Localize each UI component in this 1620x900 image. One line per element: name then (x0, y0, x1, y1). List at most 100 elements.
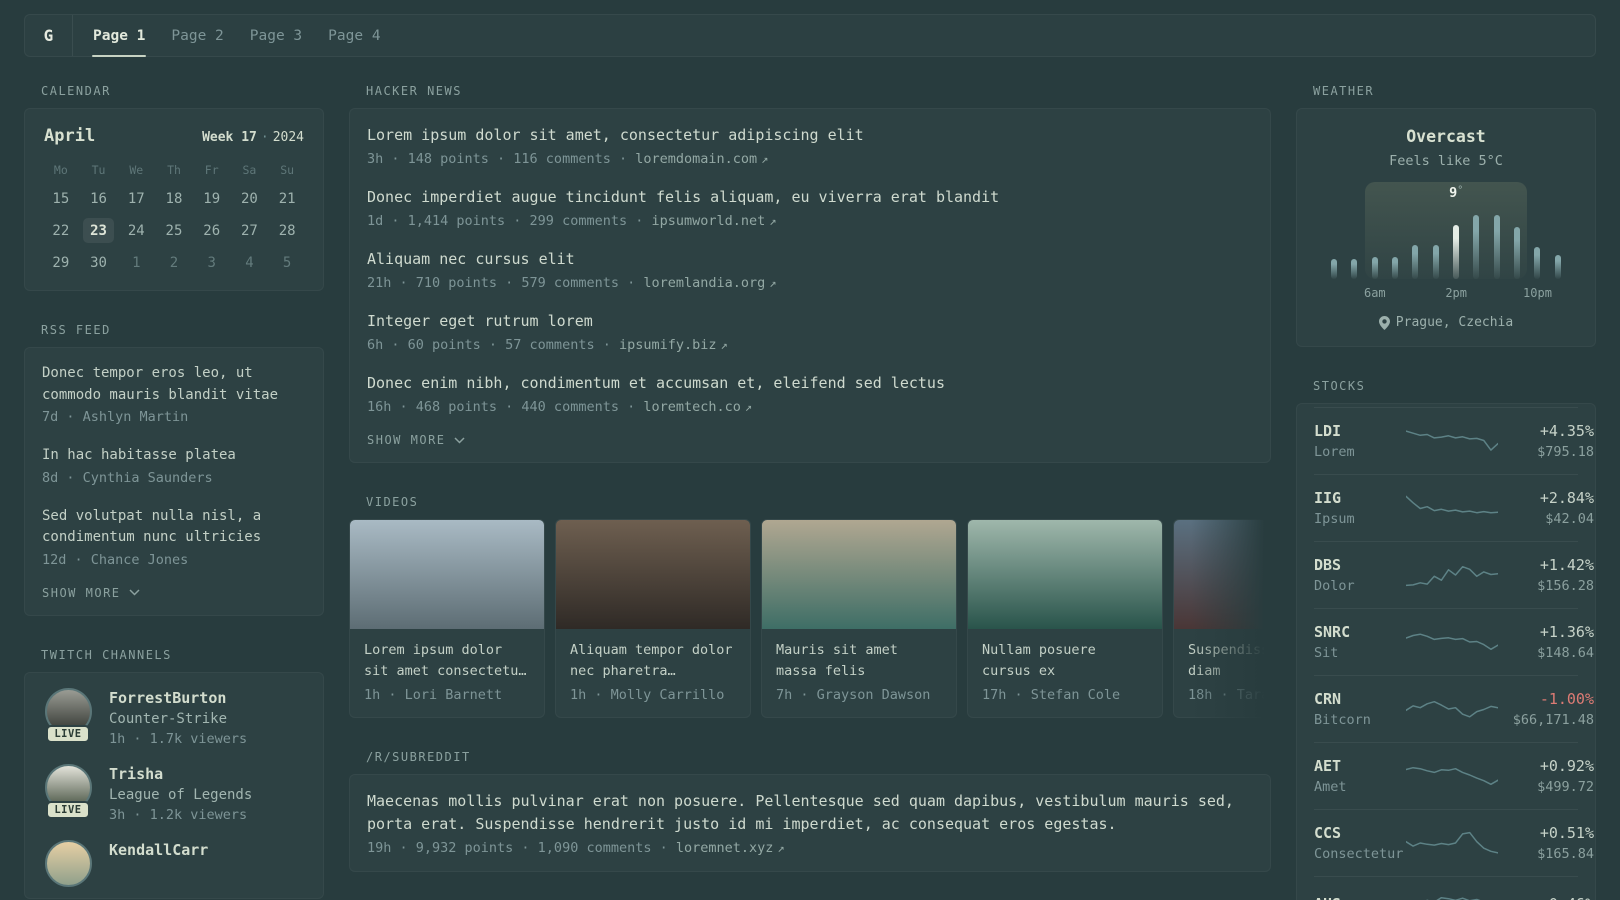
video-card[interactable]: Aliquam tempor dolor nec pharetra… 1h · … (555, 519, 751, 718)
stock-identity: CRN Bitcorn (1314, 690, 1406, 728)
temperature-bar (1392, 256, 1399, 279)
stock-row[interactable]: AET Amet +0.92% $499.72 (1314, 742, 1594, 809)
hackernews-meta-text: 16h · 468 points · 440 comments · (367, 399, 644, 415)
subreddit-post-title[interactable]: Maecenas mollis pulvinar erat non posuer… (367, 790, 1253, 836)
video-thumbnail[interactable] (762, 520, 956, 629)
show-more-label: SHOW MORE (42, 585, 121, 600)
rss-item-title[interactable]: Sed volutpat nulla nisl, a condimentum n… (42, 506, 306, 549)
twitch-channel-name[interactable]: ForrestBurton (109, 688, 247, 707)
hackernews-item-meta: 16h · 468 points · 440 comments · loremt… (367, 399, 1253, 415)
stock-ticker[interactable]: IIG (1314, 489, 1406, 507)
hackernews-item[interactable]: Integer eget rutrum lorem 6h · 60 points… (367, 310, 1253, 353)
video-card-body: Nullam posuere cursus ex 17h · Stefan Co… (968, 629, 1162, 717)
video-thumbnail[interactable] (350, 520, 544, 629)
calendar-weekday-label: Sa (242, 163, 257, 177)
video-title[interactable]: Aliquam tempor dolor nec pharetra… (570, 640, 736, 681)
twitch-heading: Twitch Channels (41, 647, 172, 662)
stock-ticker[interactable]: CCS (1314, 824, 1406, 842)
stock-row[interactable]: DBS Dolor +1.42% $156.28 (1314, 541, 1594, 608)
hackernews-item[interactable]: Donec enim nibh, condimentum et accumsan… (367, 372, 1253, 415)
twitch-channel-row[interactable]: LIVE ForrestBurton Counter-Strike 1h · 1… (42, 687, 306, 747)
subreddit-domain-link[interactable]: loremnet.xyz (676, 840, 774, 856)
calendar-weekday-label: Fr (204, 163, 219, 177)
rss-item-title[interactable]: Donec tempor eros leo, ut commodo mauris… (42, 363, 306, 406)
weather-widget: Weather Overcast Feels like 5°C 9° (1296, 84, 1596, 347)
rss-widget: RSS Feed Donec tempor eros leo, ut commo… (24, 323, 324, 616)
stock-row[interactable]: CCS Consectetur +0.51% $165.84 (1314, 809, 1594, 876)
stock-price: $148.64 (1537, 645, 1594, 661)
twitch-channel-row[interactable]: LIVE Trisha League of Legends 3h · 1.2k … (42, 763, 306, 823)
hackernews-item-title[interactable]: Donec enim nibh, condimentum et accumsan… (367, 372, 1253, 395)
hackernews-item-title[interactable]: Aliquam nec cursus elit (367, 248, 1253, 271)
video-title[interactable]: Lorem ipsum dolor sit amet consectetu… (364, 640, 530, 681)
hackernews-widget: Hacker News Lorem ipsum dolor sit amet, … (349, 84, 1271, 463)
video-card[interactable]: Nullam posuere cursus ex 17h · Stefan Co… (967, 519, 1163, 718)
nav-tab-page[interactable]: Page 2 (158, 15, 236, 56)
stock-ticker[interactable]: AHS (1314, 895, 1406, 900)
hackernews-domain-link[interactable]: ipsumworld.net (651, 213, 765, 229)
hackernews-item[interactable]: Aliquam nec cursus elit 21h · 710 points… (367, 248, 1253, 291)
video-thumbnail[interactable] (1174, 520, 1271, 629)
stock-name: Dolor (1314, 578, 1355, 594)
rss-item[interactable]: Donec tempor eros leo, ut commodo mauris… (42, 363, 306, 425)
stock-sparkline (1406, 627, 1498, 657)
app-logo[interactable]: G (25, 15, 72, 56)
video-thumbnail[interactable] (968, 520, 1162, 629)
video-title[interactable]: Suspendisse euismod diam (1188, 640, 1271, 681)
nav-tab-page[interactable]: Page 3 (237, 15, 315, 56)
hackernews-domain-link[interactable]: loremdomain.com (635, 151, 757, 167)
video-card[interactable]: Suspendisse euismod diam 18h · Tara Flem… (1173, 519, 1271, 718)
rss-item-title[interactable]: In hac habitasse platea (42, 445, 306, 467)
twitch-channel-row[interactable]: KendallCarr (42, 839, 306, 887)
subreddit-post[interactable]: Maecenas mollis pulvinar erat non posuer… (367, 790, 1253, 856)
calendar-day: 5 (282, 254, 292, 271)
twitch-channel-info: Trisha League of Legends 3h · 1.2k viewe… (109, 764, 252, 823)
stock-ticker[interactable]: LDI (1314, 422, 1406, 440)
video-thumbnail[interactable] (556, 520, 750, 629)
stock-sparkline (1406, 493, 1498, 523)
hackernews-show-more-button[interactable]: SHOW MORE (367, 433, 465, 447)
rss-item[interactable]: Sed volutpat nulla nisl, a condimentum n… (42, 506, 306, 568)
video-card[interactable]: Lorem ipsum dolor sit amet consectetu… 1… (349, 519, 545, 718)
calendar-day: 30 (90, 254, 107, 271)
stock-row[interactable]: SNRC Sit +1.36% $148.64 (1314, 608, 1594, 675)
calendar-day: 1 (132, 254, 141, 271)
weather-time-axis: 6am 2pm 10pm (1324, 286, 1568, 302)
stock-ticker[interactable]: AET (1314, 757, 1406, 775)
hackernews-item-title[interactable]: Integer eget rutrum lorem (367, 310, 1253, 333)
twitch-channel-name[interactable]: Trisha (109, 764, 252, 783)
nav-tab-page[interactable]: Page 1 (80, 15, 158, 57)
twitch-viewers-meta: 1h · 1.7k viewers (109, 730, 248, 747)
twitch-channel-name[interactable]: KendallCarr (109, 840, 208, 859)
hackernews-item-title[interactable]: Lorem ipsum dolor sit amet, consectetur … (367, 124, 1253, 147)
stock-ticker[interactable]: CRN (1314, 690, 1406, 708)
hackernews-domain-link[interactable]: ipsumify.biz (619, 337, 717, 353)
hackernews-item[interactable]: Donec imperdiet augue tincidunt felis al… (367, 186, 1253, 229)
video-title[interactable]: Nullam posuere cursus ex (982, 640, 1148, 681)
stock-ticker[interactable]: SNRC (1314, 623, 1406, 641)
dashboard-page: G Page 1 Page 2 Page 3 Page 4 Calendar Apri… (0, 0, 1620, 900)
stock-ticker[interactable]: DBS (1314, 556, 1406, 574)
hackernews-domain-link[interactable]: loremlandia.org (643, 275, 765, 291)
rss-show-more-button[interactable]: SHOW MORE (42, 586, 140, 600)
hackernews-domain-link[interactable]: loremtech.co (643, 399, 741, 415)
stock-identity: AHS (1314, 895, 1406, 900)
videos-widget: Videos Lorem ipsum dolor sit amet consec… (349, 495, 1271, 718)
video-title[interactable]: Mauris sit amet massa felis (776, 640, 942, 681)
calendar-day: 16 (90, 190, 107, 207)
hackernews-item[interactable]: Lorem ipsum dolor sit amet, consectetur … (367, 124, 1253, 167)
stock-row[interactable]: LDI Lorem +4.35% $795.18 (1314, 407, 1594, 474)
video-card[interactable]: Mauris sit amet massa felis 7h · Grayson… (761, 519, 957, 718)
stock-price: $66,171.48 (1512, 712, 1594, 728)
stock-row[interactable]: CRN Bitcorn -1.00% $66,171.48 (1314, 675, 1594, 742)
hackernews-meta-text: 1d · 1,414 points · 299 comments · (367, 213, 652, 229)
nav-tab-page[interactable]: Page 4 (315, 15, 393, 56)
stock-row[interactable]: AHS +0.46% (1314, 876, 1594, 900)
chevron-down-icon (454, 436, 465, 444)
rss-item[interactable]: In hac habitasse platea 8d · Cynthia Sau… (42, 445, 306, 486)
weather-bar-slot (1548, 215, 1568, 279)
hackernews-item-title[interactable]: Donec imperdiet augue tincidunt felis al… (367, 186, 1253, 209)
current-temp-label: 9° (1449, 185, 1463, 201)
stock-row[interactable]: IIG Ipsum +2.84% $42.04 (1314, 474, 1594, 541)
stock-price: $165.84 (1537, 846, 1594, 862)
